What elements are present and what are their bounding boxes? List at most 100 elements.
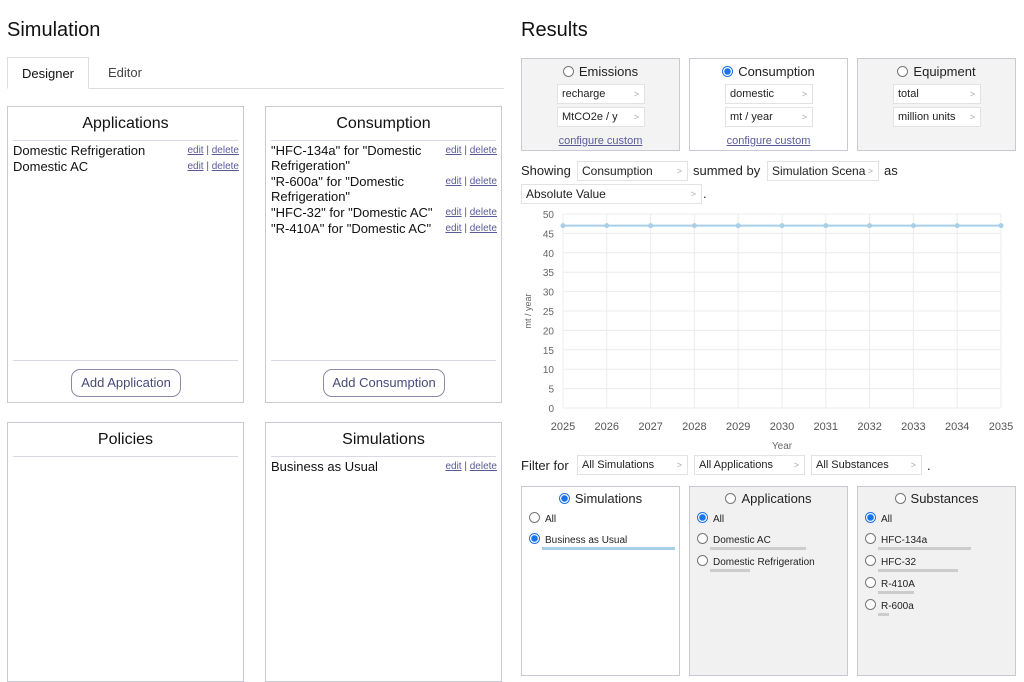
period: . — [703, 186, 707, 201]
equipment-scope-select[interactable]: total > — [893, 84, 981, 104]
substances-filter-title: Substances — [910, 491, 979, 506]
emissions-units-select[interactable]: MtCO2e / y > — [557, 107, 645, 127]
chevron-right-icon: > — [633, 112, 639, 122]
delete-link[interactable]: delete — [470, 461, 497, 472]
data-point — [648, 223, 654, 229]
option-radio[interactable] — [529, 533, 540, 544]
option-radio[interactable] — [865, 577, 876, 588]
configure-custom-link[interactable]: configure custom — [522, 135, 679, 147]
consumption-line-chart: 051015202530354045502025 2026 2027 2028 2029… — [523, 210, 1013, 452]
edit-link[interactable]: edit — [445, 176, 461, 187]
equipment-label: Equipment — [913, 64, 976, 79]
option-radio[interactable] — [697, 512, 708, 523]
configure-custom-link[interactable]: configure custom — [690, 135, 847, 147]
data-point — [867, 223, 873, 229]
data-point — [954, 223, 960, 229]
filter-simulations-select[interactable]: All Simulations > — [577, 455, 688, 475]
separator: | — [206, 145, 209, 156]
separator: | — [464, 223, 467, 234]
share-bar — [878, 547, 971, 550]
value-type-select[interactable]: Absolute Value > — [521, 184, 702, 204]
equipment-radio[interactable] — [897, 66, 909, 77]
separator: | — [464, 145, 467, 156]
filter-applications-select[interactable]: All Applications > — [694, 455, 805, 475]
summed-by-select[interactable]: Simulation Scena > — [767, 161, 879, 181]
list-item: Domestic AC edit | delete — [13, 159, 239, 174]
edit-link[interactable]: edit — [445, 223, 461, 234]
filter-option-domestic-ac[interactable]: Domestic AC — [697, 533, 771, 546]
y-tick-label: 0 — [548, 404, 554, 415]
option-radio[interactable] — [697, 555, 708, 566]
emissions-stage-select[interactable]: recharge > — [557, 84, 645, 104]
edit-link[interactable]: edit — [445, 207, 461, 218]
consumption-metric-box[interactable]: Consumption domestic > mt / year > configu… — [689, 58, 848, 151]
edit-link[interactable]: edit — [445, 461, 461, 472]
share-bar — [878, 591, 914, 594]
option-radio[interactable] — [865, 555, 876, 566]
filter-option-business-as-usual[interactable]: Business as Usual — [529, 533, 627, 546]
data-point — [560, 223, 566, 229]
data-point — [691, 223, 697, 229]
filter-option-r-410a[interactable]: R-410A — [865, 577, 915, 590]
x-tick-label: 2034 — [945, 421, 969, 433]
filter-option-hfc-134a[interactable]: HFC-134a — [865, 533, 927, 546]
y-tick-label: 20 — [543, 326, 555, 337]
add-consumption-button[interactable]: Add Consumption — [323, 369, 445, 397]
showing-select[interactable]: Consumption > — [577, 161, 688, 181]
showing-label: Showing — [521, 163, 571, 178]
consumption-scope-select[interactable]: domestic > — [725, 84, 813, 104]
filter-option-all[interactable]: All — [697, 512, 724, 525]
results-title: Results — [521, 19, 588, 41]
consumption-label: Consumption — [738, 64, 815, 79]
equipment-metric-box[interactable]: Equipment total > million units > — [857, 58, 1016, 151]
filter-option-all[interactable]: All — [529, 512, 556, 525]
tab-editor[interactable]: Editor — [93, 57, 157, 89]
x-tick-label: 2025 — [551, 421, 575, 433]
delete-link[interactable]: delete — [470, 176, 497, 187]
emissions-metric-box[interactable]: Emissions recharge > MtCO2e / y > configur… — [521, 58, 680, 151]
option-radio[interactable] — [865, 533, 876, 544]
chevron-right-icon: > — [690, 189, 696, 199]
filter-option-domestic-refrigeration[interactable]: Domestic Refrigeration — [697, 555, 815, 568]
y-tick-label: 10 — [543, 365, 555, 376]
emissions-radio[interactable] — [562, 66, 574, 77]
data-point — [604, 223, 610, 229]
x-tick-label: 2031 — [814, 421, 838, 433]
filter-option-hfc-32[interactable]: HFC-32 — [865, 555, 916, 568]
consumption-radio[interactable] — [722, 66, 734, 77]
substances-filter-radio[interactable] — [894, 493, 906, 504]
y-tick-label: 35 — [543, 268, 555, 279]
option-radio[interactable] — [529, 512, 540, 523]
y-tick-label: 40 — [543, 249, 555, 260]
filter-substances-select[interactable]: All Substances > — [811, 455, 922, 475]
simulations-filter-radio[interactable] — [558, 493, 570, 504]
option-radio[interactable] — [865, 512, 876, 523]
tab-designer[interactable]: Designer — [7, 57, 89, 89]
applications-filter-radio[interactable] — [725, 493, 737, 504]
edit-link[interactable]: edit — [187, 161, 203, 172]
applications-panel: Applications Domestic Refrigeration edit… — [7, 106, 244, 403]
equipment-units-select[interactable]: million units > — [893, 107, 981, 127]
separator: | — [464, 207, 467, 218]
edit-link[interactable]: edit — [445, 145, 461, 156]
delete-link[interactable]: delete — [470, 207, 497, 218]
delete-link[interactable]: delete — [470, 145, 497, 156]
delete-link[interactable]: delete — [212, 145, 239, 156]
add-application-button[interactable]: Add Application — [71, 369, 181, 397]
x-tick-label: 2035 — [989, 421, 1013, 433]
consumption-units-select[interactable]: mt / year > — [725, 107, 813, 127]
delete-link[interactable]: delete — [212, 161, 239, 172]
applications-title: Applications — [82, 115, 169, 132]
filter-option-all[interactable]: All — [865, 512, 892, 525]
list-item: "HFC-134a" for "Domestic Refrigeration" … — [271, 143, 497, 173]
applications-filter-box: Applications All Domestic AC Domestic Re… — [689, 486, 848, 676]
chevron-right-icon: > — [676, 166, 682, 176]
y-axis-label: mt / year — [523, 293, 533, 328]
option-radio[interactable] — [865, 599, 876, 610]
consumption-panel: Consumption "HFC-134a" for "Domestic Ref… — [265, 106, 502, 403]
x-tick-label: 2032 — [857, 421, 881, 433]
delete-link[interactable]: delete — [470, 223, 497, 234]
option-radio[interactable] — [697, 533, 708, 544]
filter-option-r-600a[interactable]: R-600a — [865, 599, 914, 612]
edit-link[interactable]: edit — [187, 145, 203, 156]
